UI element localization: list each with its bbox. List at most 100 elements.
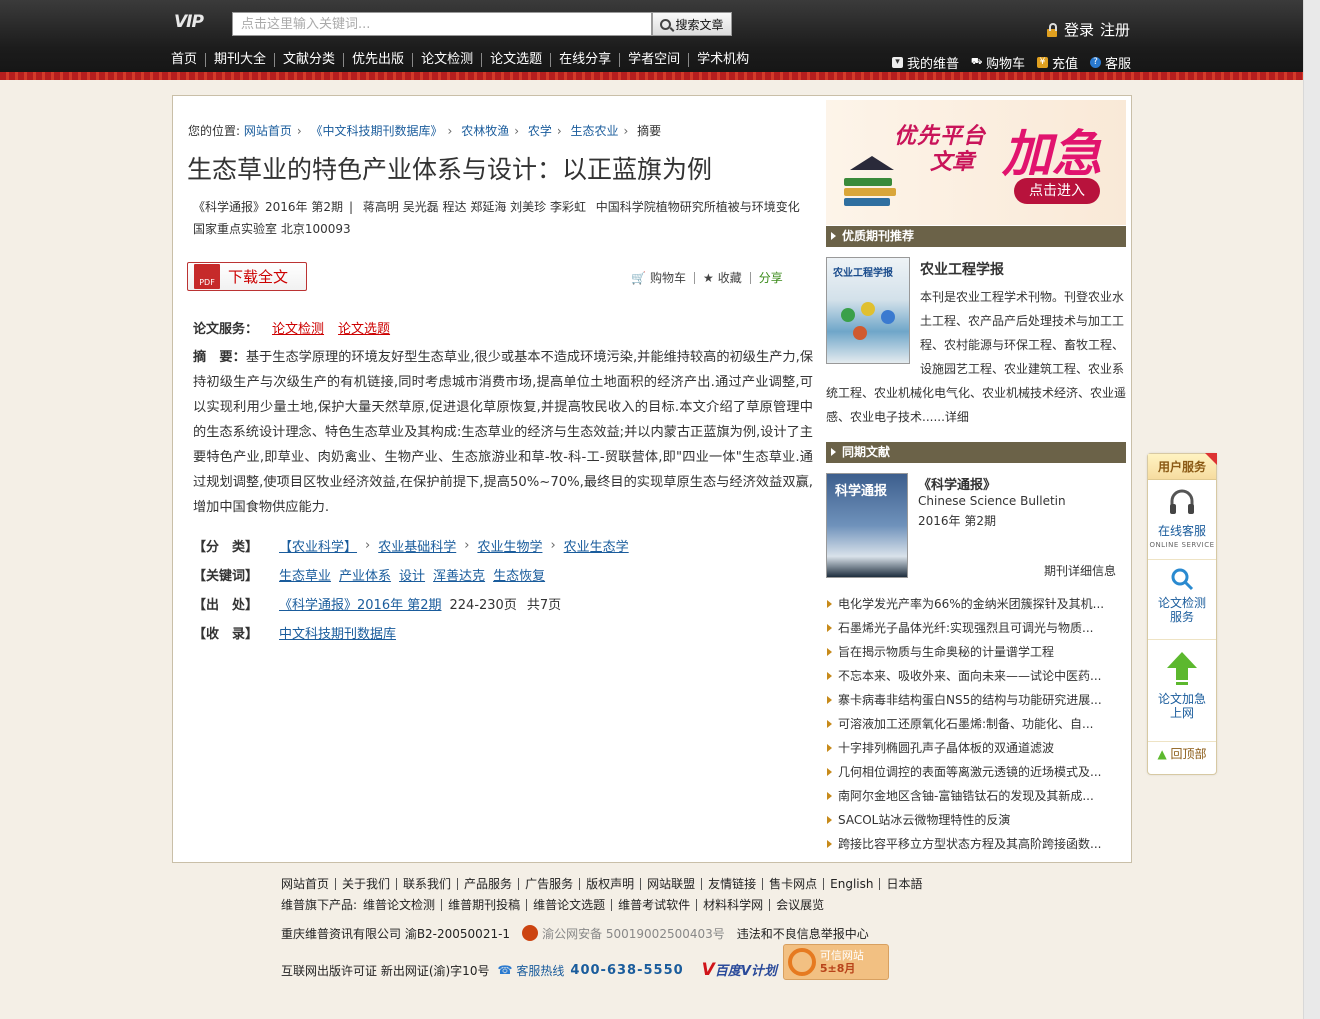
cart-link[interactable]: ⛟ 购物车 (971, 53, 1025, 72)
nav-item-institutions[interactable]: 学术机构 (689, 53, 757, 67)
search-button[interactable]: 搜索文章 (652, 12, 732, 36)
police-badge-icon (522, 925, 539, 941)
footer-link[interactable]: 网站首页 (281, 878, 337, 890)
list-item[interactable]: 电化学发光产率为66%的金纳米团簇探针及其机... (826, 592, 1126, 616)
grad-cap-icon (850, 156, 894, 170)
police-record[interactable]: 渝公网安备 50019002500403号 (542, 925, 725, 942)
list-item[interactable]: 旨在揭示物质与生命奥秘的计量谱学工程 (826, 640, 1126, 664)
footer-link[interactable]: 日本語 (880, 878, 928, 890)
nav-item-categories[interactable]: 文献分类 (275, 53, 345, 67)
footer-company-row: 重庆维普资讯有限公司 渝B2-20050021-1 渝公网安备 50019002… (281, 923, 929, 943)
site-logo[interactable]: VIP (174, 12, 222, 34)
top-header: VIP 点击这里输入关键词... 搜索文章 登录 注册 首页 期刊大全 文献分类… (0, 0, 1303, 80)
breadcrumb-current: 摘要 (637, 124, 662, 138)
nav-item-home[interactable]: 首页 (171, 53, 207, 67)
service-panel-title: 用户服务 (1148, 453, 1217, 480)
register-link[interactable]: 注册 (1100, 19, 1130, 40)
paper-check-button[interactable]: 论文检测 服务 (1148, 560, 1216, 640)
nav-item-journals[interactable]: 期刊大全 (206, 53, 276, 67)
list-item[interactable]: 可溶液加工还原氧化石墨烯:制备、功能化、自... (826, 712, 1126, 736)
list-item[interactable]: 南阿尔金地区含铀-富铀锆钛石的发现及其新成... (826, 784, 1126, 808)
list-item[interactable]: 十字排列椭圆孔声子晶体板的双通道滤波 (826, 736, 1126, 760)
footer-link[interactable]: 产品服务 (458, 878, 520, 890)
services-label: 论文服务： (193, 322, 259, 337)
breadcrumb-agri[interactable]: 农林牧渔 (461, 124, 509, 138)
breadcrumb-home[interactable]: 网站首页 (244, 124, 292, 138)
download-fulltext-button[interactable]: PDF 下载全文 (187, 262, 307, 291)
keyword-link[interactable]: 生态草业 (279, 565, 331, 584)
article-title: 生态草业的特色产业体系与设计：以正蓝旗为例 (187, 155, 713, 184)
cart-icon: 🛒 (631, 271, 646, 285)
keyword-link[interactable]: 设计 (399, 565, 425, 584)
recharge-link[interactable]: ¥ 充值 (1037, 53, 1078, 72)
category-link-2[interactable]: 农业生物学 (477, 536, 542, 555)
scrollbar[interactable] (1303, 0, 1320, 1019)
baidu-v-logo[interactable]: V百度V计划 (702, 960, 777, 980)
keyword-link[interactable]: 生态恢复 (493, 565, 545, 584)
recommend-more-link[interactable]: 详细 (945, 410, 969, 424)
favorite-link[interactable]: ★ 收藏 (695, 272, 751, 284)
footer-link[interactable]: 网站联盟 (641, 878, 703, 890)
footer-product-link[interactable]: 维普论文检测 (357, 899, 443, 911)
current-journal-title[interactable]: 《科学通报》 (918, 474, 996, 493)
category-link-1[interactable]: 农业基础科学 (378, 536, 456, 555)
footer-link[interactable]: English (824, 878, 881, 890)
priority-promo-banner[interactable]: 优先平台 文章 加急 点击进入 (826, 100, 1126, 225)
list-item[interactable]: SACOL站冰云微物理特性的反演 (826, 808, 1126, 832)
list-item[interactable]: 不忘本来、吸收外来、面向未来——试论中医药... (826, 664, 1126, 688)
trusted-site-badge[interactable]: 可信网站 5±8月 (782, 944, 889, 980)
list-item[interactable]: 跨接比容平移立方型状态方程及其高阶跨接函数... (826, 832, 1126, 856)
add-to-cart-link[interactable]: 🛒 购物车 (623, 272, 695, 284)
footer-product-link[interactable]: 维普期刊投稿 (442, 899, 528, 911)
breadcrumb-eco-agri[interactable]: 生态农业 (571, 124, 619, 138)
nav-item-share[interactable]: 在线分享 (551, 53, 621, 67)
source-link[interactable]: 《科学通报》2016年 第2期 (279, 594, 442, 613)
share-link[interactable]: 分享 (751, 272, 791, 284)
online-service-button[interactable]: 在线客服 ONLINE SERVICE (1148, 480, 1216, 560)
nav-item-check[interactable]: 论文检测 (413, 53, 483, 67)
footer-link[interactable]: 版权声明 (580, 878, 642, 890)
login-link[interactable]: 登录 (1064, 19, 1094, 40)
search-input[interactable]: 点击这里输入关键词... (232, 12, 652, 36)
journal-detail-link[interactable]: 期刊详细信息 (1044, 562, 1116, 579)
list-item[interactable]: 几何相位调控的表面等离激元透镜的近场模式及... (826, 760, 1126, 784)
keyword-link[interactable]: 浑善达克 (433, 565, 485, 584)
nav-item-priority[interactable]: 优先出版 (344, 53, 414, 67)
current-journal-english: Chinese Science Bulletin (918, 494, 1066, 508)
footer-link[interactable]: 友情链接 (702, 878, 764, 890)
footer-product-link[interactable]: 维普考试软件 (612, 899, 698, 911)
paper-fast-publish-button[interactable]: 论文加急 上网 (1148, 640, 1216, 742)
footer-link[interactable]: 关于我们 (336, 878, 398, 890)
journal-issue: 《科学通报》2016年 第2期 (193, 200, 343, 214)
indexed-link[interactable]: 中文科技期刊数据库 (279, 623, 396, 642)
breadcrumb-agronomy[interactable]: 农学 (528, 124, 552, 138)
promo-enter-button[interactable]: 点击进入 (1014, 178, 1100, 204)
footer-link[interactable]: 联系我们 (397, 878, 459, 890)
star-icon: ★ (702, 271, 714, 285)
report-center[interactable]: 违法和不良信息举报中心 (737, 925, 869, 942)
current-journal-cover[interactable]: 科学通报 (826, 473, 908, 578)
service-topic-link[interactable]: 论文选题 (338, 318, 390, 337)
nav-item-topics[interactable]: 论文选题 (482, 53, 552, 67)
footer-product-link[interactable]: 会议展览 (770, 899, 830, 911)
category-link-3[interactable]: 农业生态学 (564, 536, 629, 555)
list-item[interactable]: 寨卡病毒非结构蛋白NS5的结构与功能研究进展... (826, 688, 1126, 712)
service-check-link[interactable]: 论文检测 (272, 318, 324, 337)
authors: 蒋高明 吴光磊 程达 郑延海 刘美珍 李彩虹 (362, 200, 586, 214)
category-link-0[interactable]: 【农业科学】 (279, 536, 357, 555)
my-vip-link[interactable]: ▾ 我的维普 (892, 53, 959, 72)
footer-product-link[interactable]: 维普论文选题 (527, 899, 613, 911)
list-item[interactable]: 石墨烯光子晶体光纤:实现强烈且可调光与物质... (826, 616, 1126, 640)
footer-link[interactable]: 售卡网点 (763, 878, 825, 890)
nav-item-scholars[interactable]: 学者空间 (620, 53, 690, 67)
footer-link[interactable]: 广告服务 (519, 878, 581, 890)
support-link[interactable]: ? 客服 (1090, 53, 1131, 72)
footer: 网站首页 关于我们 联系我们 产品服务 广告服务 版权声明 网站联盟 友情链接 … (281, 876, 929, 983)
up-arrow-icon: ▲ (1157, 747, 1167, 761)
recommend-journal-title[interactable]: 农业工程学报 (920, 259, 1004, 279)
back-to-top-button[interactable]: ▲ 回顶部 (1148, 742, 1216, 766)
keyword-link[interactable]: 产业体系 (339, 565, 391, 584)
footer-product-link[interactable]: 材料科学网 (697, 899, 771, 911)
current-journal-issue: 2016年 第2期 (918, 514, 996, 528)
breadcrumb-database[interactable]: 《中文科技期刊数据库》 (311, 124, 443, 138)
